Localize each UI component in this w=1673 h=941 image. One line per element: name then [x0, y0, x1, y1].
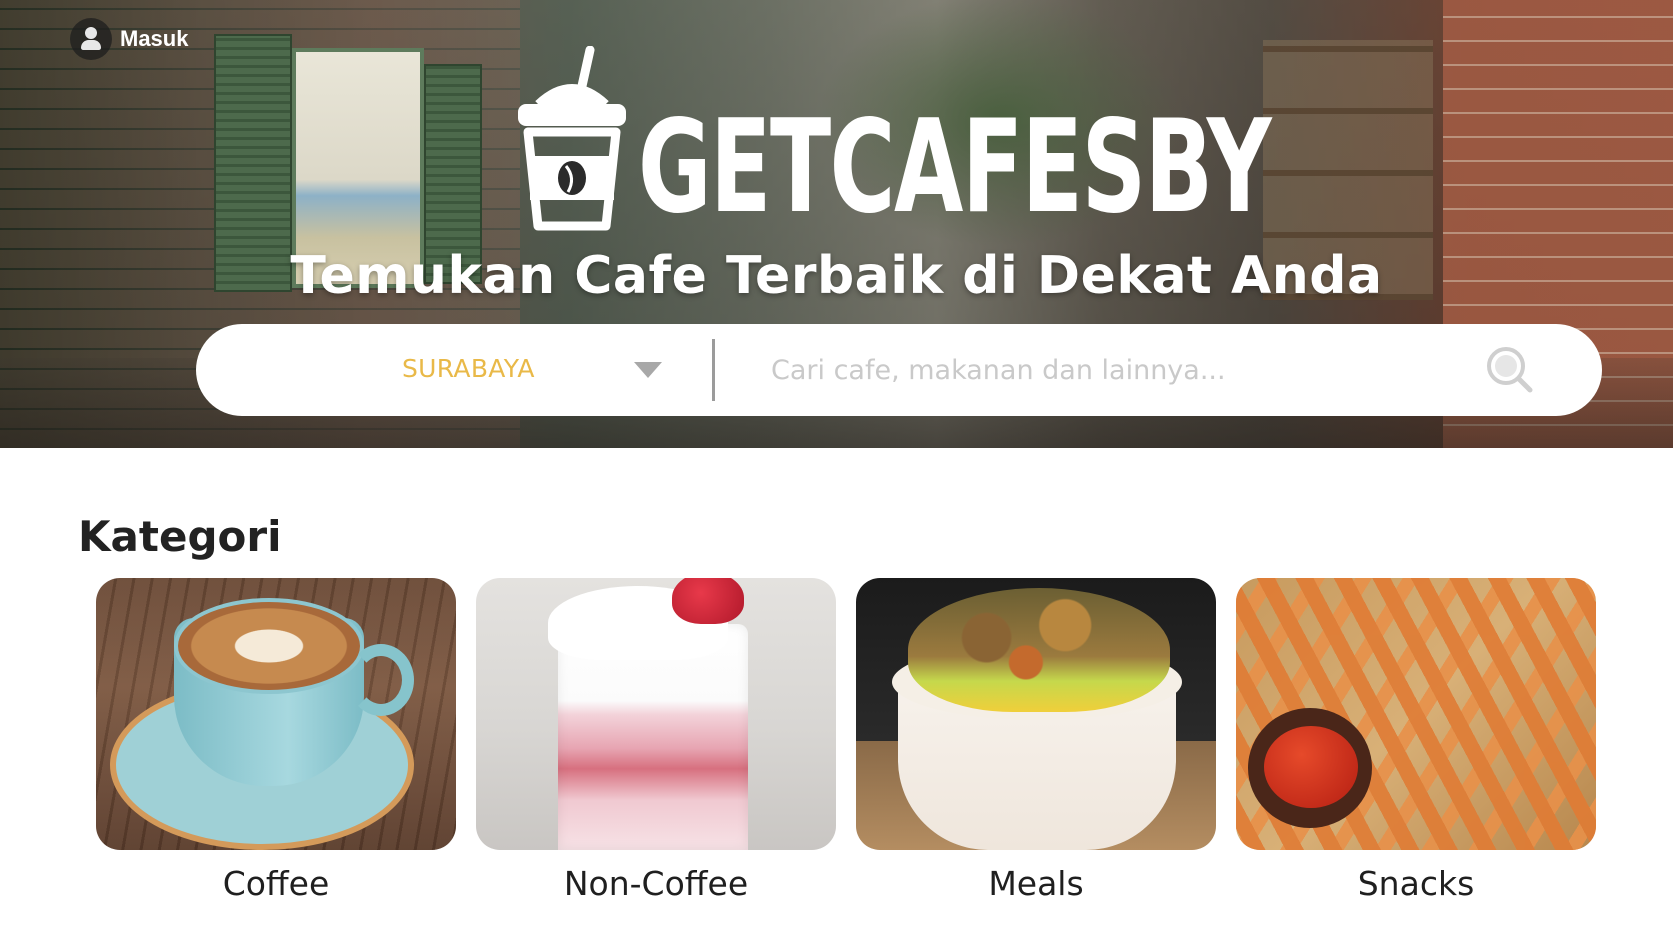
chevron-down-icon [634, 362, 662, 378]
login-label: Masuk [120, 26, 189, 51]
category-label: Coffee [222, 864, 330, 903]
user-icon [70, 18, 112, 60]
snacks-photo [1236, 578, 1596, 850]
login-button[interactable]: Masuk [70, 18, 188, 60]
category-label: Meals [988, 864, 1084, 903]
category-label: Non-Coffee [563, 864, 749, 903]
category-card-coffee[interactable]: Coffee [96, 578, 456, 903]
cup-icon [518, 46, 626, 231]
brand-logo[interactable]: GETCAFESBY [512, 42, 1541, 232]
search-button[interactable] [1482, 342, 1538, 398]
category-section-title: Kategori [78, 512, 282, 561]
hero-tagline: Temukan Cafe Terbaik di Dekat Anda [290, 246, 1383, 306]
hero-banner: Masuk GETCAFESBY Temukan Cafe Terbaik di… [0, 0, 1673, 448]
meals-photo [856, 578, 1216, 850]
coffee-photo [96, 578, 456, 850]
category-card-snacks[interactable]: Snacks [1236, 578, 1596, 903]
category-card-non-coffee[interactable]: Non-Coffee [476, 578, 836, 903]
brand-wordmark: GETCAFESBY [638, 93, 1272, 242]
search-bar: SURABAYA [196, 324, 1602, 416]
search-input[interactable] [715, 324, 1482, 416]
city-dropdown[interactable]: SURABAYA [196, 324, 712, 416]
city-selected-value: SURABAYA [402, 354, 535, 383]
search-icon [1487, 347, 1533, 393]
category-label: Snacks [1357, 864, 1475, 903]
category-card-meals[interactable]: Meals [856, 578, 1216, 903]
non-coffee-photo [476, 578, 836, 850]
